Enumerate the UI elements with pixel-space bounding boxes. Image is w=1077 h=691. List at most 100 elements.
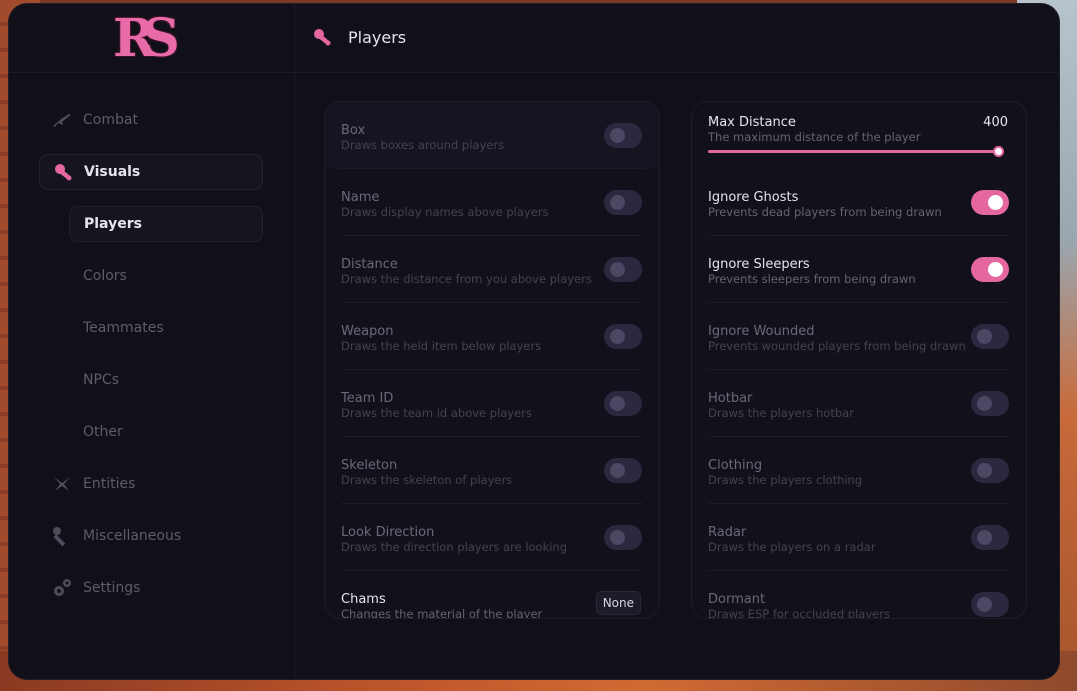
- setting-row-box: Box Draws boxes around players: [325, 102, 659, 169]
- setting-row-max-distance: Max Distance The maximum distance of the…: [692, 102, 1026, 169]
- setting-row-clothing: Clothing Draws the players clothing: [692, 437, 1026, 504]
- setting-title: Ignore Ghosts: [708, 190, 799, 205]
- setting-description: Changes the material of the player: [341, 607, 543, 619]
- max-distance-slider-thumb[interactable]: [993, 146, 1004, 157]
- clothing-toggle[interactable]: [971, 458, 1009, 483]
- name-toggle[interactable]: [604, 190, 642, 215]
- toggle-knob: [988, 262, 1003, 277]
- dormant-toggle[interactable]: [971, 592, 1009, 617]
- sidebar-divider: [9, 72, 294, 73]
- setting-row-hotbar: Hotbar Draws the players hotbar: [692, 370, 1026, 437]
- sidebar-subitem-label: Other: [83, 424, 123, 440]
- page-title: Players: [348, 28, 407, 47]
- player-filter-panel: Max Distance The maximum distance of the…: [691, 101, 1027, 619]
- setting-row-chams: Chams Changes the material of the player…: [325, 571, 659, 619]
- setting-description: Draws the players clothing: [708, 473, 863, 487]
- wrench-icon: [51, 525, 73, 547]
- sidebar-subitem-label: Teammates: [83, 320, 164, 336]
- sidebar-item-settings[interactable]: Settings: [39, 570, 263, 606]
- gears-icon: [51, 577, 73, 599]
- max-distance-value: 400: [983, 115, 1008, 130]
- sidebar-subitem-npcs[interactable]: NPCs: [69, 362, 263, 398]
- setting-description: Draws the team id above players: [341, 406, 532, 420]
- toggle-knob: [610, 329, 625, 344]
- sidebar-subitem-label: Colors: [83, 268, 127, 284]
- weapon-toggle[interactable]: [604, 324, 642, 349]
- sidebar-subitem-other[interactable]: Other: [69, 414, 263, 450]
- setting-title: Chams: [341, 592, 386, 607]
- setting-title: Box: [341, 123, 366, 138]
- setting-title: Clothing: [708, 458, 763, 473]
- hotbar-toggle[interactable]: [971, 391, 1009, 416]
- setting-row-ignore-wounded: Ignore Wounded Prevents wounded players …: [692, 303, 1026, 370]
- sidebar-item-label: Settings: [83, 580, 141, 596]
- setting-description: The maximum distance of the player: [708, 130, 921, 144]
- sidebar-item-visuals[interactable]: Visuals: [39, 154, 263, 190]
- sidebar-subitem-colors[interactable]: Colors: [69, 258, 263, 294]
- sidebar-subitem-label: NPCs: [83, 372, 119, 388]
- sidebar-item-entities[interactable]: Entities: [39, 466, 263, 502]
- setting-description: Prevents wounded players from being draw…: [708, 339, 966, 353]
- setting-row-ignore-ghosts: Ignore Ghosts Prevents dead players from…: [692, 169, 1026, 236]
- setting-row-weapon: Weapon Draws the held item below players: [325, 303, 659, 370]
- toggle-knob: [610, 195, 625, 210]
- team-id-toggle[interactable]: [604, 391, 642, 416]
- setting-description: Draws boxes around players: [341, 138, 505, 152]
- setting-row-skeleton: Skeleton Draws the skeleton of players: [325, 437, 659, 504]
- ignore-wounded-toggle[interactable]: [971, 324, 1009, 349]
- look-direction-toggle[interactable]: [604, 525, 642, 550]
- setting-title: Ignore Wounded: [708, 324, 815, 339]
- radar-toggle[interactable]: [971, 525, 1009, 550]
- setting-description: Draws the held item below players: [341, 339, 542, 353]
- content-header: Players: [295, 4, 1059, 73]
- setting-title: Skeleton: [341, 458, 398, 473]
- toggle-knob: [610, 396, 625, 411]
- sidebar-item-label: Visuals: [84, 164, 141, 180]
- max-distance-slider-track[interactable]: [708, 150, 1000, 153]
- toggle-knob: [988, 195, 1003, 210]
- sidebar-item-label: Combat: [83, 112, 138, 128]
- sidebar-subitem-label: Players: [84, 216, 142, 232]
- setting-description: Draws the direction players are looking: [341, 540, 568, 554]
- distance-toggle[interactable]: [604, 257, 642, 282]
- visuals-icon: [52, 161, 74, 183]
- sidebar-subitem-teammates[interactable]: Teammates: [69, 310, 263, 346]
- toggle-knob: [610, 530, 625, 545]
- setting-title: Weapon: [341, 324, 394, 339]
- chams-material-dropdown[interactable]: None: [595, 591, 641, 615]
- setting-description: Draws the players on a radar: [708, 540, 876, 554]
- rifle-icon: [51, 109, 73, 131]
- setting-description: Draws the distance from you above player…: [341, 272, 592, 286]
- sidebar-subitem-players[interactable]: Players: [69, 206, 263, 242]
- setting-title: Hotbar: [708, 391, 753, 406]
- sidebar-item-label: Miscellaneous: [83, 528, 182, 544]
- setting-row-ignore-sleepers: Ignore Sleepers Prevents sleepers from b…: [692, 236, 1026, 303]
- toggle-knob: [977, 530, 992, 545]
- entities-icon: [51, 473, 73, 495]
- toggle-knob: [977, 329, 992, 344]
- ignore-ghosts-toggle[interactable]: [971, 190, 1009, 215]
- skeleton-toggle[interactable]: [604, 458, 642, 483]
- setting-description: Draws the players hotbar: [708, 406, 854, 420]
- sidebar-item-combat[interactable]: Combat: [39, 102, 263, 138]
- setting-row-look-direction: Look Direction Draws the direction playe…: [325, 504, 659, 571]
- setting-row-team-id: Team ID Draws the team id above players: [325, 370, 659, 437]
- toggle-knob: [977, 463, 992, 478]
- setting-row-name: Name Draws display names above players: [325, 169, 659, 236]
- toggle-knob: [977, 396, 992, 411]
- app-logo: RS: [113, 8, 180, 69]
- box-toggle[interactable]: [604, 123, 642, 148]
- player-esp-panel: Box Draws boxes around players Name Draw…: [324, 101, 660, 619]
- setting-title: Distance: [341, 257, 398, 272]
- setting-title: Max Distance: [708, 115, 796, 130]
- sidebar-item-miscellaneous[interactable]: Miscellaneous: [39, 518, 263, 554]
- setting-description: Draws the skeleton of players: [341, 473, 513, 487]
- sidebar-item-label: Entities: [83, 476, 136, 492]
- setting-title: Team ID: [341, 391, 394, 406]
- setting-row-distance: Distance Draws the distance from you abo…: [325, 236, 659, 303]
- ignore-sleepers-toggle[interactable]: [971, 257, 1009, 282]
- setting-title: Name: [341, 190, 380, 205]
- setting-title: Dormant: [708, 592, 766, 607]
- setting-title: Radar: [708, 525, 747, 540]
- menu-window: RS Combat Visuals Players Colors Teammat…: [9, 4, 1059, 679]
